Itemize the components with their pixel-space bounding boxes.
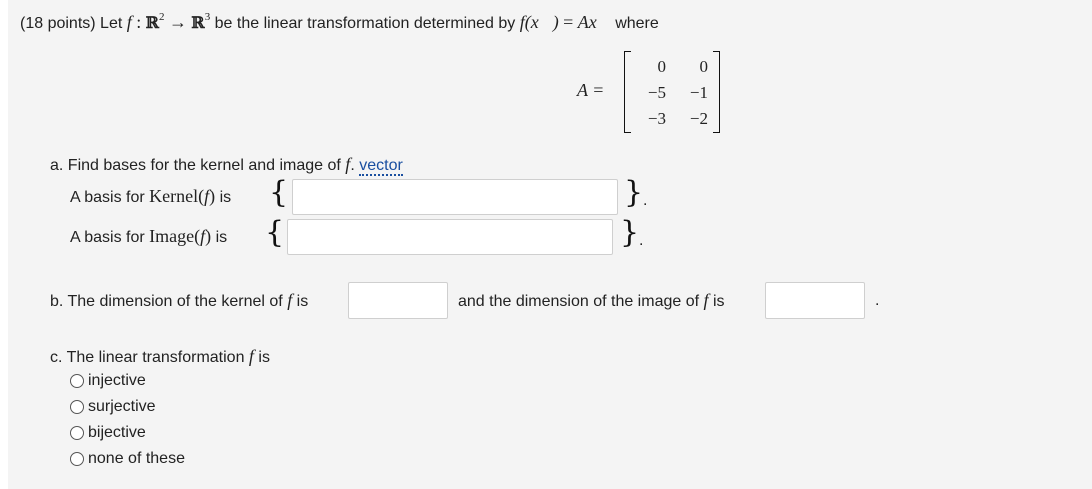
period: . — [639, 232, 644, 249]
matrix-cell: −1 — [689, 83, 708, 102]
period: . — [350, 157, 355, 174]
let-text: Let — [100, 15, 123, 32]
option-label: surjective — [88, 398, 156, 415]
option-none-of-these[interactable]: none of these — [70, 450, 185, 468]
radio-button[interactable] — [70, 400, 84, 414]
header-description: be the linear transformation determined … — [214, 15, 516, 32]
kernel-dimension-input[interactable] — [348, 282, 448, 319]
close-paren: ) — [205, 226, 212, 246]
is-text: is — [258, 349, 270, 366]
matrix-cell: −5 — [647, 83, 666, 102]
close-brace: } — [624, 175, 644, 210]
ax-expression: Ax⃗ — [577, 12, 611, 32]
codomain-symbol: ℝ — [191, 13, 205, 32]
domain-symbol: ℝ — [145, 13, 159, 32]
right-bracket — [713, 51, 720, 133]
radio-button[interactable] — [70, 426, 84, 440]
function-symbol: f — [703, 290, 709, 310]
part-a-prompt: a. Find bases for the kernel and image o… — [50, 154, 403, 176]
points-label: (18 points) — [20, 15, 96, 32]
matrix-cell: 0 — [699, 57, 709, 76]
left-bracket — [624, 51, 631, 133]
where-text: where — [615, 15, 659, 32]
period: . — [643, 192, 648, 209]
question-header: (18 points) Let f : ℝ2 → ℝ3 be the linea… — [20, 11, 659, 33]
option-bijective[interactable]: bijective — [70, 424, 146, 442]
part-c-prompt: c. The linear transformation f is — [50, 346, 270, 367]
matrix-label: A = — [577, 80, 605, 100]
kernel-fn: Kernel( — [149, 186, 205, 206]
option-label: injective — [88, 372, 146, 389]
option-injective[interactable]: injective — [70, 372, 146, 390]
part-b-mid: and the dimension of the image of f is — [458, 290, 725, 311]
image-dimension-input[interactable] — [765, 282, 865, 319]
radio-button[interactable] — [70, 452, 84, 466]
function-symbol: f — [126, 12, 132, 32]
kernel-basis-label: A basis for Kernel(f) is — [70, 186, 231, 207]
period: . — [875, 292, 880, 309]
close-brace: } — [620, 215, 640, 250]
option-surjective[interactable]: surjective — [70, 398, 156, 416]
matrix-cell: −2 — [689, 109, 708, 128]
radio-button[interactable] — [70, 374, 84, 388]
matrix-A: 0 0 −5 −1 −3 −2 — [624, 51, 720, 133]
image-basis-input[interactable] — [287, 219, 613, 255]
function-symbol: f — [287, 290, 293, 310]
matrix-cell: −3 — [647, 109, 666, 128]
part-c-text: c. The linear transformation — [50, 349, 245, 366]
close-paren: ) — [209, 186, 216, 206]
option-label: bijective — [88, 424, 146, 441]
is-text: is — [296, 293, 309, 310]
open-brace: { — [265, 215, 285, 250]
is-text: is — [215, 229, 228, 246]
kernel-basis-input[interactable] — [292, 179, 618, 215]
vector-help-link[interactable]: vector — [359, 157, 403, 176]
arrow-symbol: → — [168, 12, 187, 32]
part-b-prompt: b. The dimension of the kernel of f is — [50, 290, 308, 311]
part-b-mid-text: and the dimension of the image of — [458, 293, 700, 310]
function-symbol: f — [248, 346, 254, 366]
image-basis-label: A basis for Image(f) is — [70, 226, 227, 247]
domain-exponent: 2 — [158, 11, 165, 23]
matrix-cell: 0 — [657, 57, 667, 76]
equals-sign: = — [563, 12, 574, 32]
part-a-text: a. Find bases for the kernel and image o… — [50, 157, 341, 174]
image-fn: Image( — [149, 226, 201, 246]
part-b-text: b. The dimension of the kernel of — [50, 293, 283, 310]
kernel-label-text: A basis for — [70, 189, 145, 206]
fx-expression: f(x⃗) — [519, 12, 559, 32]
open-brace: { — [269, 175, 289, 210]
codomain-exponent: 3 — [204, 11, 211, 23]
is-text: is — [219, 189, 232, 206]
option-label: none of these — [88, 450, 185, 467]
image-label-text: A basis for — [70, 229, 145, 246]
colon: : — [136, 12, 142, 32]
is-text: is — [712, 293, 725, 310]
